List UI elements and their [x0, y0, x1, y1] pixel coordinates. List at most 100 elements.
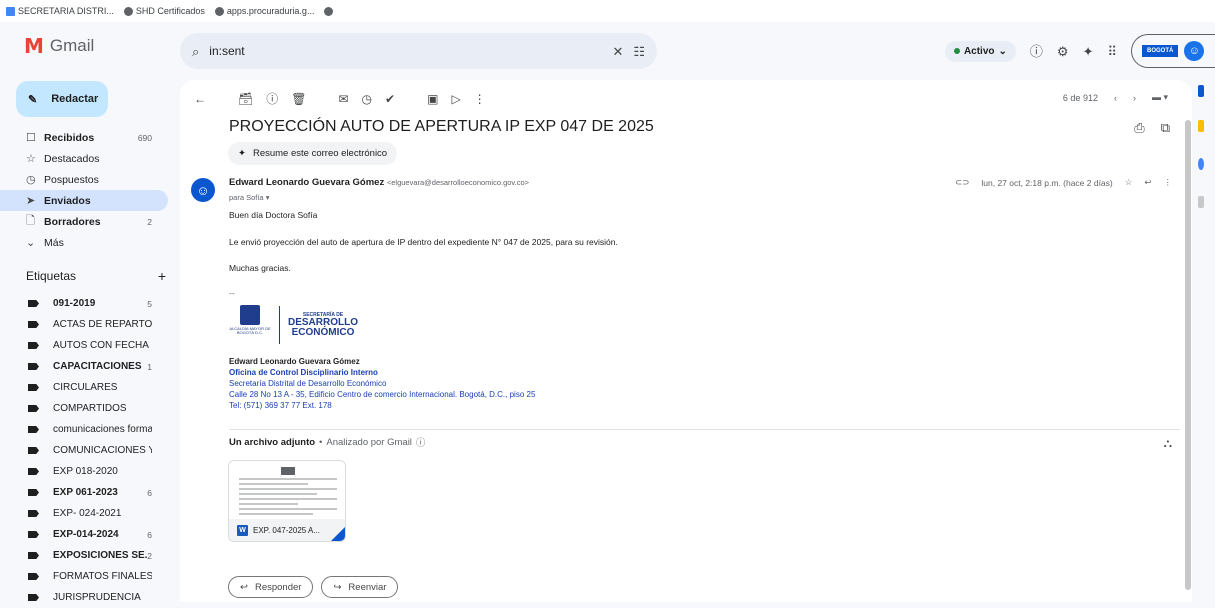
unread-count: 2 — [147, 216, 152, 227]
globe-icon — [324, 6, 334, 16]
label-item[interactable]: FORMATOS FINALES PR... — [0, 566, 168, 587]
report-spam-icon[interactable]: ⓘ — [266, 93, 278, 105]
label-item[interactable]: 091-2019 5 — [0, 293, 168, 314]
label-name: EXP 018-2020 — [53, 466, 118, 477]
archive-icon[interactable]: 🗃 — [238, 93, 253, 105]
unread-count: 5 — [147, 298, 152, 309]
status-button[interactable]: Activo ⌄ — [944, 40, 1016, 62]
label-name: CIRCULARES — [53, 382, 118, 393]
input-tools-icon[interactable]: ▬ ▾ — [1152, 92, 1168, 103]
back-arrow-icon[interactable]: ← — [194, 93, 206, 105]
file-corner-icon — [331, 527, 345, 541]
star-icon[interactable]: ☆ — [1125, 177, 1133, 188]
bookmark-item[interactable]: apps.procuraduria.g... — [214, 6, 314, 16]
sig-phone: Tel: (571) 369 37 77 Ext. 178 — [229, 401, 332, 410]
reply-icon[interactable]: ↩ — [1144, 177, 1151, 188]
next-icon[interactable]: › — [1133, 93, 1136, 103]
label-item[interactable]: EXPOSICIONES SE... 2 — [0, 545, 168, 566]
attachment-indicator-icon: ⊂⊃ — [955, 177, 970, 187]
move-to-icon[interactable]: ▣ — [427, 93, 438, 105]
label-item[interactable]: JURISPRUDENCIA — [0, 587, 168, 608]
sidebar-item-label: Enviados — [44, 194, 91, 207]
sidebar-item-label: Destacados — [44, 152, 100, 165]
unread-count: 6 — [147, 529, 152, 540]
tasks-icon[interactable] — [1198, 158, 1204, 170]
settings-gear-icon[interactable]: ⚙ — [1057, 45, 1069, 58]
add-label-icon[interactable]: + — [158, 268, 166, 284]
search-options-icon[interactable]: ☷ — [633, 45, 645, 58]
label-item[interactable]: EXP 018-2020 — [0, 461, 168, 482]
attachment-header: Un archivo adjunto • Analizado por Gmail… — [229, 435, 426, 450]
label-icon[interactable]: ▷ — [451, 93, 460, 105]
label-item[interactable]: ACTAS DE REPARTO — [0, 314, 168, 335]
bookmark-item[interactable] — [324, 6, 334, 16]
labels-header: Etiquetas + — [26, 268, 166, 284]
chevron-down-icon: ⌄ — [998, 45, 1007, 57]
prev-icon[interactable]: ‹ — [1114, 93, 1117, 103]
add-task-icon[interactable]: ✔ — [385, 93, 395, 105]
label-tag-icon — [28, 594, 39, 601]
email-subject: PROYECCIÓN AUTO DE APERTURA IP EXP 047 D… — [229, 118, 654, 135]
bookmark-item[interactable]: SHD Certificados — [123, 6, 205, 16]
sidebar-item-enviados[interactable]: ➤ Enviados — [0, 190, 168, 211]
label-tag-icon — [28, 321, 39, 328]
recipient-line[interactable]: para Sofía ▾ — [229, 193, 269, 202]
sig-office: Oficina de Control Disciplinario Interno — [229, 368, 378, 377]
forward-button[interactable]: ↪ Reenviar — [321, 576, 399, 598]
info-icon[interactable]: ⓘ — [416, 435, 426, 449]
account-switcher[interactable]: BOGOTÁ ☺ — [1131, 34, 1215, 68]
avatar[interactable]: ☺ — [1184, 41, 1205, 61]
label-item[interactable]: AUTOS CON FECHA — [0, 335, 168, 356]
label-item[interactable]: EXP- 024-2021 — [0, 503, 168, 524]
label-item[interactable]: comunicaciones formato... — [0, 419, 168, 440]
open-new-window-icon[interactable]: ⧉ — [1161, 121, 1170, 134]
account-badge: BOGOTÁ — [1142, 45, 1179, 57]
sidebar-item-pospuestos[interactable]: ◷ Pospuestos — [0, 169, 168, 190]
summarize-button[interactable]: ✦ Resume este correo electrónico — [228, 142, 398, 165]
reply-button[interactable]: ↩ Responder — [228, 576, 314, 598]
help-icon[interactable]: ⓘ — [1030, 45, 1043, 58]
contacts-icon[interactable] — [1198, 196, 1204, 208]
apps-grid-icon[interactable]: ⠿ — [1107, 45, 1117, 58]
forward-icon: ↪ — [333, 581, 342, 593]
gmail-logo[interactable]: M Gmail — [24, 34, 94, 58]
bookmark-item[interactable]: SECRETARIA DISTRI... — [6, 6, 114, 16]
more-vert-icon[interactable]: ⋮ — [474, 93, 486, 105]
keep-icon[interactable] — [1198, 120, 1204, 132]
sender-name[interactable]: Edward Leonardo Guevara Gómez — [229, 177, 384, 188]
sidebar-item-destacados[interactable]: ☆ Destacados — [0, 148, 168, 169]
snooze-icon[interactable]: ◷ — [362, 93, 372, 105]
clear-search-icon[interactable]: ✕ — [612, 45, 623, 58]
delete-icon[interactable]: 🗑 — [291, 93, 306, 105]
sidebar-item-borradores[interactable]: 🗋 Borradores 2 — [0, 211, 168, 232]
label-item[interactable]: COMPARTIDOS — [0, 398, 168, 419]
more-vert-icon[interactable]: ⋮ — [1164, 177, 1173, 188]
sidebar-nav: ☐ Recibidos 690 ☆ Destacados ◷ Pospuestos ➤ Envi… — [0, 127, 180, 253]
body-thanks: Muchas gracias. — [229, 263, 291, 273]
label-item[interactable]: CAPACITACIONES 1 — [0, 356, 168, 377]
add-to-drive-icon[interactable]: ⛬ — [1164, 436, 1172, 451]
scrollbar[interactable] — [1184, 120, 1192, 602]
label-item[interactable]: COMUNICACIONES Y/O ... — [0, 440, 168, 461]
search-icon[interactable]: ⌕ — [192, 45, 199, 58]
sidebar-item-m-s[interactable]: ⌄ Más — [0, 232, 168, 253]
print-icon[interactable]: ⎙ — [1134, 121, 1144, 134]
gemini-sparkle-icon[interactable]: ✦ — [1083, 45, 1094, 58]
sender-avatar[interactable]: ☺ — [191, 178, 215, 202]
label-name: ACTAS DE REPARTO — [53, 319, 152, 330]
scrollbar-thumb[interactable] — [1185, 120, 1191, 590]
search-input[interactable]: in:sent — [209, 44, 602, 58]
calendar-icon[interactable] — [1198, 85, 1204, 97]
attachment-card[interactable]: W EXP. 047-2025 A... — [228, 460, 346, 542]
label-item[interactable]: EXP-014-2024 6 — [0, 524, 168, 545]
search-bar[interactable]: ⌕ in:sent ✕ ☷ — [180, 33, 657, 69]
label-tag-icon — [28, 384, 39, 391]
mark-unread-icon[interactable]: ✉ — [338, 93, 348, 105]
compose-button[interactable]: ✎ Redactar — [16, 81, 108, 117]
label-item[interactable]: CIRCULARES — [0, 377, 168, 398]
label-item[interactable]: EXP 061-2023 6 — [0, 482, 168, 503]
send-icon: ➤ — [26, 195, 36, 207]
sidebar-item-recibidos[interactable]: ☐ Recibidos 690 — [0, 127, 168, 148]
sdde-logo: SECRETARÍA DE DESARROLLO ECONÓMICO — [288, 311, 358, 338]
pencil-icon: ✎ — [28, 93, 38, 106]
